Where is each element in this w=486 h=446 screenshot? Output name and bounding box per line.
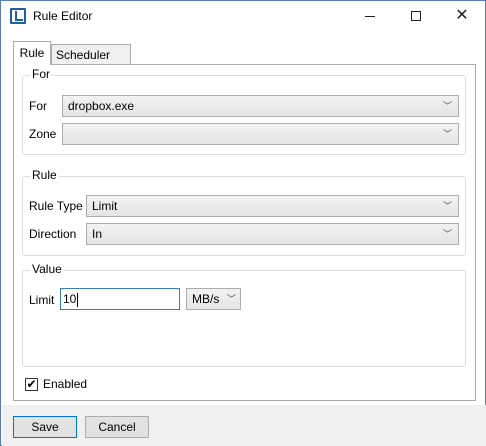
- rule-type-label: Rule Type: [29, 199, 83, 213]
- enabled-checkbox[interactable]: ✔: [25, 378, 38, 391]
- check-icon: ✔: [26, 377, 37, 391]
- limit-label: Limit: [29, 293, 55, 307]
- title-bar[interactable]: Rule Editor ✕: [1, 1, 485, 31]
- rule-group-title: Rule: [30, 168, 59, 182]
- close-button[interactable]: ✕: [439, 1, 485, 31]
- save-button[interactable]: Save: [13, 416, 77, 438]
- for-label: For: [29, 99, 47, 113]
- chevron-down-icon: ﹀: [442, 101, 452, 111]
- window-title: Rule Editor: [33, 9, 93, 23]
- limit-input[interactable]: 10: [60, 288, 180, 310]
- direction-label: Direction: [29, 227, 77, 241]
- unit-select[interactable]: MB/s ﹀: [186, 288, 241, 310]
- value-group: Value Limit 10 MB/s ﹀: [22, 262, 466, 367]
- chevron-down-icon: ﹀: [442, 201, 452, 211]
- minimize-icon: [365, 15, 375, 17]
- zone-label: Zone: [29, 127, 57, 141]
- direction-value: In: [92, 227, 103, 241]
- rule-type-value: Limit: [92, 199, 118, 213]
- rule-tab-panel: For For dropbox.exe ﹀ Zone ﹀ Rule Rule T…: [13, 64, 476, 401]
- minimize-button[interactable]: [347, 1, 393, 31]
- maximize-button[interactable]: [393, 1, 439, 31]
- rule-group: Rule Rule Type Limit ﹀ Direction In ﹀: [22, 168, 466, 256]
- value-group-title: Value: [30, 262, 64, 276]
- text-caret: [77, 292, 79, 307]
- maximize-icon: [411, 11, 421, 21]
- for-process-select[interactable]: dropbox.exe ﹀: [62, 95, 459, 117]
- zone-select[interactable]: ﹀: [62, 123, 459, 145]
- tab-rule[interactable]: Rule: [13, 41, 51, 65]
- unit-value: MB/s: [192, 292, 220, 306]
- cancel-button[interactable]: Cancel: [85, 416, 149, 438]
- chevron-down-icon: ﹀: [442, 129, 452, 139]
- chevron-down-icon: ﹀: [442, 229, 452, 239]
- for-group-title: For: [30, 67, 52, 81]
- chevron-down-icon: ﹀: [226, 294, 236, 304]
- rule-type-select[interactable]: Limit ﹀: [86, 195, 459, 217]
- close-icon: ✕: [455, 7, 469, 24]
- dialog-footer: Save Cancel: [2, 405, 486, 446]
- rule-editor-window: Rule Editor ✕ Rule Scheduler (0) For For…: [0, 0, 486, 446]
- limit-value: 10: [63, 292, 77, 306]
- app-icon: [10, 8, 26, 24]
- direction-select[interactable]: In ﹀: [86, 223, 459, 245]
- tab-scheduler[interactable]: Scheduler (0): [51, 44, 131, 82]
- for-process-value: dropbox.exe: [68, 99, 135, 113]
- enabled-label[interactable]: Enabled: [43, 377, 87, 391]
- for-group: For For dropbox.exe ﹀ Zone ﹀: [22, 67, 466, 155]
